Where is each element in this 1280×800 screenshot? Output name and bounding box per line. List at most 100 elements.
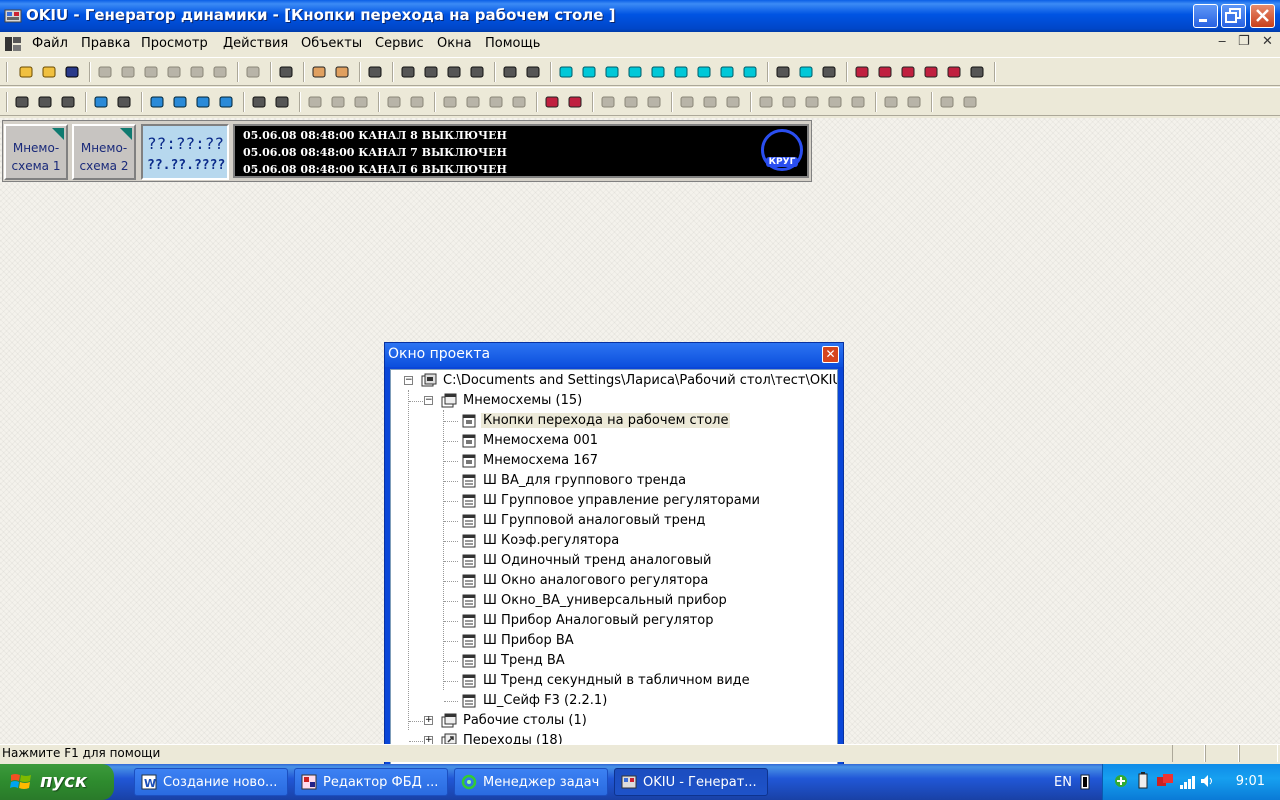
polygon-icon[interactable] (650, 64, 666, 80)
copy-icon[interactable] (143, 64, 159, 80)
document-icon[interactable] (4, 35, 22, 53)
expander-collapse-mnemo[interactable]: − (424, 396, 433, 405)
mnemo-scheme-2-button[interactable]: Мнемо- схема 2 (72, 124, 136, 180)
zoom-1to1-icon[interactable] (149, 94, 165, 110)
shape2-icon[interactable] (696, 64, 712, 80)
duplicate-icon[interactable] (212, 64, 228, 80)
expander-expand-desktops[interactable]: + (424, 716, 433, 725)
task-okiu[interactable]: OKIU - Генерат... (614, 768, 768, 796)
project-window-close-button[interactable]: ✕ (822, 346, 839, 363)
minimize-button[interactable] (1193, 4, 1218, 28)
close-button[interactable] (1250, 4, 1275, 28)
import-icon[interactable] (274, 94, 290, 110)
hand-icon[interactable] (116, 94, 132, 110)
align-top-icon[interactable] (679, 94, 695, 110)
dist-h-icon[interactable] (827, 94, 843, 110)
format-icon[interactable] (969, 64, 985, 80)
align-middle-icon[interactable] (702, 94, 718, 110)
project-window-titlebar[interactable]: Окно проекта ✕ (385, 343, 843, 367)
window4-icon[interactable] (469, 64, 485, 80)
image-icon[interactable] (525, 64, 541, 80)
text-icon[interactable] (502, 64, 518, 80)
find-icon[interactable] (367, 64, 383, 80)
rotate-l-icon[interactable] (939, 94, 955, 110)
curve-icon[interactable] (742, 64, 758, 80)
tray-clock[interactable]: 9:01 (1236, 774, 1265, 789)
cut2-icon[interactable] (120, 64, 136, 80)
restore-button[interactable] (1221, 4, 1246, 28)
toolbar-grip[interactable] (6, 62, 8, 82)
back-icon[interactable] (465, 94, 481, 110)
task-manager[interactable]: Менеджер задач (454, 768, 608, 796)
pointer-icon[interactable] (14, 94, 30, 110)
language-bar-icon[interactable] (1080, 774, 1090, 790)
mdi-minimize-button[interactable]: ‒ (1218, 34, 1226, 49)
toolbar-grip[interactable] (6, 92, 8, 112)
rect-icon[interactable] (558, 64, 574, 80)
window2-icon[interactable] (423, 64, 439, 80)
front-icon[interactable] (442, 94, 458, 110)
menu-help[interactable]: Помощь (485, 36, 540, 51)
roundrect-icon[interactable] (604, 64, 620, 80)
align-left-icon[interactable] (600, 94, 616, 110)
align1-icon[interactable] (353, 94, 369, 110)
network-icon[interactable] (1113, 773, 1129, 789)
new-icon[interactable] (18, 64, 34, 80)
rect2-icon[interactable] (581, 64, 597, 80)
save-icon[interactable] (64, 64, 80, 80)
task-fbd-editor[interactable]: Редактор ФБД ... (294, 768, 448, 796)
align-right-icon[interactable] (646, 94, 662, 110)
polyline-icon[interactable] (821, 64, 837, 80)
mdi-close-button[interactable]: ✕ (1262, 34, 1273, 49)
trend-icon[interactable] (854, 64, 870, 80)
zoom-fit-icon[interactable] (172, 94, 188, 110)
mdi-restore-button[interactable]: ❐ (1238, 34, 1250, 49)
flip-v-icon[interactable] (906, 94, 922, 110)
user-icon[interactable] (311, 64, 327, 80)
list-icon[interactable] (946, 64, 962, 80)
paste2-icon[interactable] (189, 64, 205, 80)
title-bar[interactable]: OKIU - Генератор динамики - [Кнопки пере… (0, 0, 1280, 32)
node-edit-icon[interactable] (37, 94, 53, 110)
print-icon[interactable] (278, 64, 294, 80)
expander-collapse-root[interactable]: − (404, 376, 413, 385)
battery-icon[interactable] (1137, 772, 1149, 790)
mnemo-scheme-1-button[interactable]: Мнемо- схема 1 (4, 124, 68, 180)
align-center-icon[interactable] (623, 94, 639, 110)
menu-actions[interactable]: Действия (223, 36, 288, 51)
zoom-icon[interactable] (93, 94, 109, 110)
arc-icon[interactable] (719, 64, 735, 80)
window1-icon[interactable] (400, 64, 416, 80)
flip-h-icon[interactable] (883, 94, 899, 110)
ungroup-icon[interactable] (330, 94, 346, 110)
center-icon[interactable] (804, 94, 820, 110)
ellipse-icon[interactable] (627, 64, 643, 80)
project-tree[interactable]: − C:\Documents and Settings\Лариса\Рабоч… (390, 369, 838, 769)
rotate-icon[interactable] (60, 94, 76, 110)
align3-icon[interactable] (409, 94, 425, 110)
grid-on-icon[interactable] (544, 94, 560, 110)
table-icon[interactable] (900, 64, 916, 80)
start-button[interactable]: пуск (0, 764, 114, 800)
align-bottom-icon[interactable] (725, 94, 741, 110)
align2-icon[interactable] (386, 94, 402, 110)
menu-view[interactable]: Просмотр (141, 36, 208, 51)
space-h-icon[interactable] (758, 94, 774, 110)
chart-icon[interactable] (877, 64, 893, 80)
line-icon[interactable] (775, 64, 791, 80)
space-v-icon[interactable] (781, 94, 797, 110)
export-icon[interactable] (251, 94, 267, 110)
shape1-icon[interactable] (673, 64, 689, 80)
window3-icon[interactable] (446, 64, 462, 80)
volume-icon[interactable] (1199, 773, 1215, 789)
rotate-r-icon[interactable] (962, 94, 978, 110)
zoom-in-icon[interactable] (218, 94, 234, 110)
language-indicator[interactable]: EN (1054, 775, 1072, 790)
cut-icon[interactable] (97, 64, 113, 80)
undo-icon[interactable] (245, 64, 261, 80)
arc2-icon[interactable] (798, 64, 814, 80)
grid-icon[interactable] (923, 64, 939, 80)
signal-icon[interactable] (1179, 774, 1197, 790)
menu-edit[interactable]: Правка (81, 36, 130, 51)
grid-snap-icon[interactable] (567, 94, 583, 110)
